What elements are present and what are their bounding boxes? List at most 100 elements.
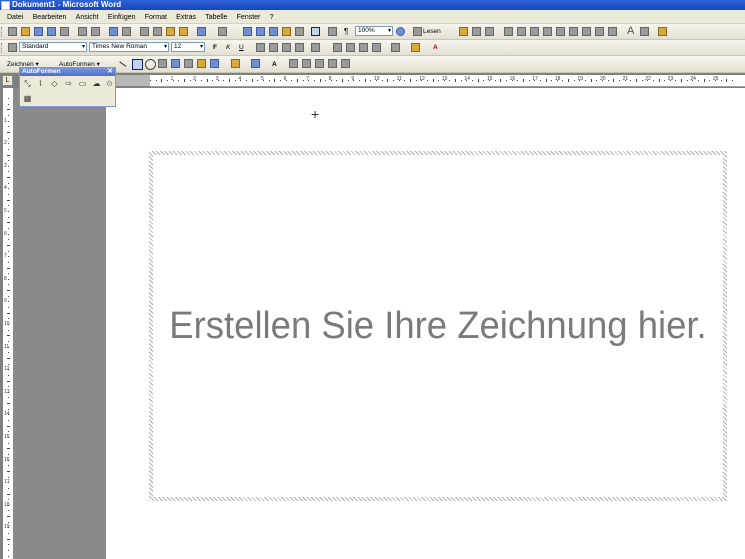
help-icon[interactable] bbox=[396, 27, 405, 36]
reviewing-icon[interactable] bbox=[472, 27, 481, 36]
dash-style-icon[interactable] bbox=[302, 59, 311, 68]
line-spacing-icon[interactable] bbox=[311, 43, 320, 52]
insert-excel-icon[interactable] bbox=[282, 27, 291, 36]
hyperlink-icon[interactable] bbox=[243, 27, 252, 36]
autoshapes-palette[interactable]: AutoFormen ✕ ⤡ ⌇ ◇ ⇨ ▭ ☁ ✩ ▦ bbox=[19, 67, 116, 107]
copy-icon[interactable] bbox=[153, 27, 162, 36]
undo-icon[interactable] bbox=[197, 27, 206, 36]
menu-tabelle[interactable]: Tabelle bbox=[205, 14, 227, 21]
menu-extras[interactable]: Extras bbox=[176, 14, 196, 21]
drawing-font-color-icon[interactable]: A bbox=[272, 59, 277, 70]
font-size-select[interactable]: 12 bbox=[171, 42, 205, 52]
table-tool-icon-10[interactable] bbox=[640, 27, 649, 36]
open-icon[interactable] bbox=[21, 27, 30, 36]
underline-icon[interactable]: U bbox=[239, 42, 244, 53]
more-autoshapes-icon[interactable]: ▦ bbox=[23, 94, 32, 103]
wordart-icon[interactable]: A bbox=[627, 26, 634, 37]
print-preview-icon[interactable] bbox=[91, 27, 100, 36]
palette-title-bar[interactable]: AutoFormen ✕ bbox=[20, 68, 115, 76]
diagram-icon[interactable] bbox=[184, 59, 193, 68]
highlight-icon[interactable] bbox=[411, 43, 420, 52]
table-tool-icon-3[interactable] bbox=[530, 27, 539, 36]
menu-datei[interactable]: Datei bbox=[7, 14, 23, 21]
bold-icon[interactable]: F bbox=[213, 42, 217, 53]
options-icon[interactable] bbox=[658, 27, 667, 36]
drawing-canvas[interactable]: Erstellen Sie Ihre Zeichnung hier. bbox=[149, 151, 727, 501]
font-color-icon[interactable]: A bbox=[433, 42, 438, 53]
zoom-select[interactable]: 100% bbox=[355, 26, 393, 36]
research-icon[interactable] bbox=[122, 27, 131, 36]
menu-einfuegen[interactable]: Einfügen bbox=[108, 14, 136, 21]
numbering-icon[interactable] bbox=[333, 43, 342, 52]
align-right-icon[interactable] bbox=[282, 43, 291, 52]
word-app-icon[interactable] bbox=[1, 1, 10, 10]
cut-icon[interactable] bbox=[140, 27, 149, 36]
bullets-icon[interactable] bbox=[346, 43, 355, 52]
palette-close-icon[interactable]: ✕ bbox=[107, 68, 113, 76]
arrow-style-icon[interactable] bbox=[315, 59, 324, 68]
redo-icon[interactable] bbox=[218, 27, 227, 36]
drawing-canvas-area[interactable]: Erstellen Sie Ihre Zeichnung hier. bbox=[153, 155, 723, 497]
connectors-icon[interactable]: ⌇ bbox=[36, 79, 45, 88]
horizontal-ruler[interactable]: 1 2 3 4 5 6 7 8 9 10 11 12 13 14 15 16 17 18 19 20 21 22 23 24 2… bbox=[150, 75, 745, 87]
table-tool-icon-2[interactable] bbox=[517, 27, 526, 36]
toolbar-grip[interactable] bbox=[1, 27, 4, 37]
comments-icon[interactable] bbox=[485, 27, 494, 36]
insert-table-icon[interactable] bbox=[269, 27, 278, 36]
align-center-icon[interactable] bbox=[269, 43, 278, 52]
read-icon[interactable] bbox=[413, 27, 422, 36]
save-icon[interactable] bbox=[34, 27, 43, 36]
justify-icon[interactable] bbox=[295, 43, 304, 52]
new-document-icon[interactable] bbox=[8, 27, 17, 36]
menu-help[interactable]: ? bbox=[270, 14, 274, 21]
toolbar-grip[interactable] bbox=[1, 43, 4, 53]
table-tool-icon-8[interactable] bbox=[595, 27, 604, 36]
shadow-icon[interactable] bbox=[328, 59, 337, 68]
menu-ansicht[interactable]: Ansicht bbox=[76, 14, 99, 21]
oval-icon[interactable] bbox=[145, 59, 156, 70]
style-select[interactable]: Standard bbox=[19, 42, 87, 52]
textbox-icon[interactable] bbox=[158, 59, 167, 68]
borders-icon[interactable] bbox=[391, 43, 400, 52]
tables-borders-icon[interactable] bbox=[256, 27, 265, 36]
menu-bearbeiten[interactable]: Bearbeiten bbox=[33, 14, 67, 21]
table-tool-icon-6[interactable] bbox=[569, 27, 578, 36]
styles-pane-icon[interactable] bbox=[8, 43, 17, 52]
table-tool-icon-9[interactable] bbox=[608, 27, 617, 36]
flowchart-icon[interactable]: ▭ bbox=[78, 79, 87, 88]
show-formatting-icon[interactable]: ¶ bbox=[344, 26, 348, 37]
menu-format[interactable]: Format bbox=[145, 14, 167, 21]
paste-icon[interactable] bbox=[166, 27, 175, 36]
fill-color-icon[interactable] bbox=[231, 59, 240, 68]
format-painter-icon[interactable] bbox=[179, 27, 188, 36]
table-tool-icon-1[interactable] bbox=[504, 27, 513, 36]
spelling-icon[interactable] bbox=[109, 27, 118, 36]
print-icon[interactable] bbox=[78, 27, 87, 36]
3d-style-icon[interactable] bbox=[341, 59, 350, 68]
callouts-icon[interactable]: ☁ bbox=[92, 79, 101, 88]
document-map-icon[interactable] bbox=[328, 27, 337, 36]
stars-banners-icon[interactable]: ✩ bbox=[105, 79, 114, 88]
drawing-toggle-icon[interactable] bbox=[311, 27, 320, 36]
lines-shapes-icon[interactable]: ⤡ bbox=[23, 79, 32, 88]
menu-fenster[interactable]: Fenster bbox=[237, 14, 261, 21]
permission-icon[interactable] bbox=[47, 27, 56, 36]
increase-indent-icon[interactable] bbox=[372, 43, 381, 52]
basic-shapes-icon[interactable]: ◇ bbox=[50, 79, 59, 88]
rectangle-icon[interactable] bbox=[132, 59, 143, 70]
track-changes-icon[interactable] bbox=[459, 27, 468, 36]
picture-icon[interactable] bbox=[210, 59, 219, 68]
table-tool-icon-4[interactable] bbox=[543, 27, 552, 36]
block-arrows-icon[interactable]: ⇨ bbox=[64, 79, 73, 88]
clipart-icon[interactable] bbox=[197, 59, 206, 68]
read-button[interactable]: Lesen bbox=[423, 26, 441, 37]
email-icon[interactable] bbox=[60, 27, 69, 36]
decrease-indent-icon[interactable] bbox=[359, 43, 368, 52]
line-style-icon[interactable] bbox=[289, 59, 298, 68]
italic-icon[interactable]: K bbox=[226, 42, 230, 53]
wordart-insert-icon[interactable] bbox=[171, 59, 180, 68]
tab-selector[interactable]: L bbox=[2, 75, 13, 86]
line-color-icon[interactable] bbox=[251, 59, 260, 68]
columns-icon[interactable] bbox=[295, 27, 304, 36]
font-select[interactable]: Times New Roman bbox=[89, 42, 169, 52]
